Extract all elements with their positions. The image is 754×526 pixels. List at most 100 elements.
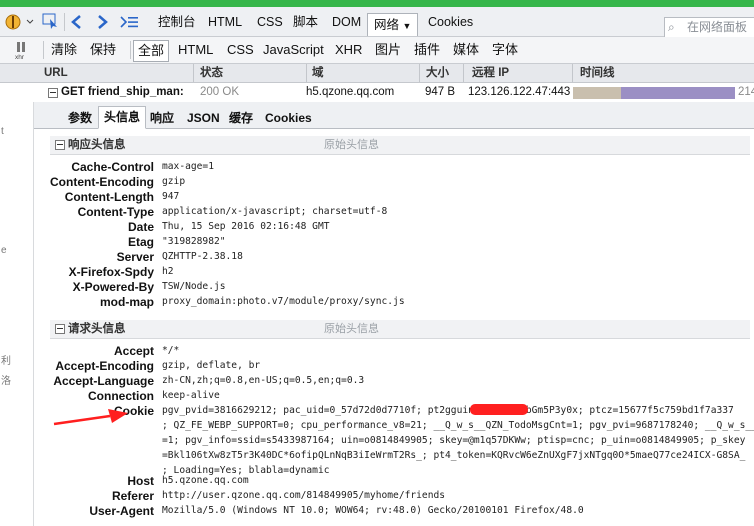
request-status: 200 OK	[200, 86, 239, 98]
gutter-mark: t	[1, 126, 4, 137]
tab-cookies[interactable]: Cookies	[428, 7, 473, 36]
tab-console[interactable]: 控制台	[158, 7, 196, 36]
svg-text:xhr: xhr	[15, 54, 25, 60]
filter-plugins-button[interactable]: 插件	[414, 37, 440, 63]
tab-script[interactable]: 脚本	[293, 7, 318, 36]
table-row[interactable]: GET friend_ship_man: 200 OK h5.qzone.qq.…	[0, 83, 754, 103]
request-url[interactable]: GET friend_ship_man:	[61, 83, 185, 102]
column-url[interactable]: URL	[44, 64, 68, 82]
column-status[interactable]: 状态	[200, 64, 223, 82]
tab-network-label: 网络	[374, 18, 400, 32]
gutter-mark: 洛	[1, 376, 11, 387]
redaction-mark	[470, 404, 528, 415]
column-separator	[419, 64, 420, 82]
command-line-icon[interactable]	[120, 14, 142, 30]
filter-css-button[interactable]: CSS	[227, 37, 254, 63]
header-value[interactable]: zh-CN,zh;q=0.8,en-US;q=0.5,en;q=0.3	[162, 375, 364, 386]
network-filter-toolbar: xhr 清除 保持 全部 HTML CSS JavaScript XHR 图片 …	[0, 37, 754, 64]
header-value[interactable]: TSW/Node.js	[162, 281, 226, 292]
header-name: Host	[127, 474, 154, 488]
tab-cache[interactable]: 缓存	[229, 108, 253, 128]
header-value[interactable]: 947	[162, 191, 179, 202]
persist-button[interactable]: 保持	[90, 37, 116, 63]
request-list-header: URL 状态 域 大小 远程 IP 时间线	[0, 64, 754, 83]
xhr-breakpoint-icon[interactable]: xhr	[14, 40, 34, 60]
cookie-line[interactable]: =1; pgv_info=ssid=s5433987164; uin=o0814…	[162, 435, 745, 446]
header-name: Accept-Language	[53, 374, 154, 388]
collapse-toggle-icon[interactable]	[55, 140, 65, 150]
dropdown-arrow-icon[interactable]	[26, 15, 34, 29]
tab-css[interactable]: CSS	[257, 7, 283, 36]
raw-headers-link[interactable]: 原始头信息	[324, 136, 379, 154]
header-value[interactable]: Thu, 15 Sep 2016 02:16:48 GMT	[162, 221, 330, 232]
tab-detail-cookies[interactable]: Cookies	[265, 108, 312, 128]
column-remote-ip[interactable]: 远程 IP	[472, 64, 509, 82]
search-input[interactable]: ⌕ 在网络面板	[664, 17, 754, 38]
header-value[interactable]: h2	[162, 266, 174, 277]
devtools-main-toolbar: 控制台 HTML CSS 脚本 DOM 网络 ▼ Cookies ⌕ 在网络面板	[0, 7, 754, 38]
header-value[interactable]: */*	[162, 345, 179, 356]
header-value[interactable]: proxy_domain:photo.v7/module/proxy/sync.…	[162, 296, 405, 307]
column-domain[interactable]: 域	[312, 64, 324, 82]
filter-js-button[interactable]: JavaScript	[263, 37, 324, 63]
header-name: User-Agent	[89, 504, 154, 518]
cookie-line[interactable]: pgv_pvid=3816629212; pac_uid=0_57d72d0d7…	[162, 405, 734, 416]
tab-html[interactable]: HTML	[208, 7, 242, 36]
column-timeline[interactable]: 时间线	[580, 64, 615, 82]
header-name: Accept-Encoding	[55, 359, 154, 373]
toolbar-separator	[43, 41, 44, 59]
left-gutter: t e 利 洛	[0, 102, 34, 526]
section-title: 请求头信息	[68, 323, 126, 335]
firebug-icon[interactable]	[4, 13, 22, 31]
filter-images-button[interactable]: 图片	[375, 37, 401, 63]
cookie-line[interactable]: =Bkl106tXw8zT5r3K40DC*6ofipQLnNqB3iIeWrm…	[162, 450, 745, 461]
header-name: X-Firefox-Spdy	[68, 265, 154, 279]
header-name: Accept	[113, 344, 154, 358]
collapse-toggle-icon[interactable]	[55, 324, 65, 334]
header-value[interactable]: gzip	[162, 176, 185, 187]
browser-top-strip	[0, 0, 754, 7]
filter-fonts-button[interactable]: 字体	[492, 37, 518, 63]
tab-json[interactable]: JSON	[187, 108, 220, 128]
collapse-toggle-icon[interactable]	[48, 88, 58, 98]
red-arrow-annotation	[53, 409, 128, 426]
header-name: Cache-Control	[71, 160, 154, 174]
tab-response[interactable]: 响应	[150, 108, 174, 128]
header-value[interactable]: http://user.qzone.qq.com/814849905/myhom…	[162, 490, 445, 501]
column-separator	[572, 64, 573, 82]
back-arrow-icon[interactable]	[70, 14, 84, 30]
header-value[interactable]: max-age=1	[162, 161, 214, 172]
filter-xhr-button[interactable]: XHR	[335, 37, 362, 63]
inspect-element-icon[interactable]	[42, 12, 60, 30]
timeline-receive-bar	[621, 87, 735, 99]
filter-media-button[interactable]: 媒体	[453, 37, 479, 63]
filter-all-button[interactable]: 全部	[133, 40, 170, 62]
search-icon: ⌕	[668, 20, 675, 34]
clear-button[interactable]: 清除	[51, 37, 77, 63]
header-value[interactable]: h5.qzone.qq.com	[162, 475, 249, 486]
section-title: 响应头信息	[68, 139, 126, 151]
request-remote-ip: 123.126.122.47:443	[468, 86, 571, 98]
header-name: Etag	[127, 235, 154, 249]
raw-headers-link[interactable]: 原始头信息	[324, 320, 379, 338]
tab-dom[interactable]: DOM	[332, 7, 361, 36]
cookie-line[interactable]: ; QZ_FE_WEBP_SUPPORT=0; cpu_performance_…	[162, 420, 754, 431]
header-name: Server	[116, 250, 154, 264]
tab-headers[interactable]: 头信息	[98, 106, 147, 129]
filter-html-button[interactable]: HTML	[178, 37, 213, 63]
column-size[interactable]: 大小	[426, 64, 449, 82]
header-name: Content-Type	[77, 205, 154, 219]
header-value[interactable]: QZHTTP-2.38.18	[162, 251, 243, 262]
header-value[interactable]: "319828982"	[162, 236, 226, 247]
tab-params[interactable]: 参数	[68, 108, 92, 128]
header-name: Content-Length	[64, 190, 154, 204]
header-value[interactable]: Mozilla/5.0 (Windows NT 10.0; WOW64; rv:…	[162, 505, 584, 516]
header-value[interactable]: gzip, deflate, br	[162, 360, 260, 371]
tab-network[interactable]: 网络 ▼	[367, 13, 419, 36]
header-value[interactable]: application/x-javascript; charset=utf-8	[162, 206, 387, 217]
timeline-wait-bar	[573, 87, 621, 99]
header-name: X-Powered-By	[72, 280, 154, 294]
request-headers-section: 请求头信息 原始头信息	[50, 320, 750, 339]
forward-arrow-icon[interactable]	[95, 14, 109, 30]
header-value[interactable]: keep-alive	[162, 390, 220, 401]
